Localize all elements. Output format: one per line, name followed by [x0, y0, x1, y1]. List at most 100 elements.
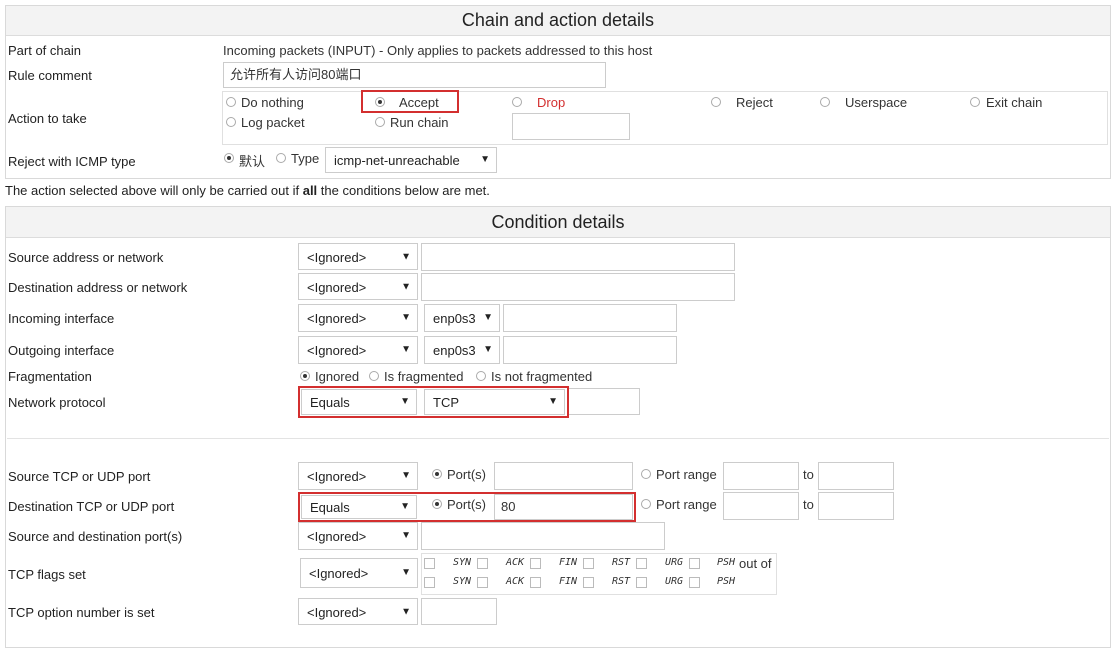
chevron-down-icon: ▼	[401, 344, 411, 355]
chevron-down-icon: ▼	[401, 530, 411, 541]
conditions-note: The action selected above will only be c…	[5, 183, 490, 198]
rule-comment-label: Rule comment	[8, 68, 92, 83]
reject-icmp-select[interactable]: icmp-net-unreachable ▼	[325, 147, 497, 173]
protocol-highlight-box	[298, 386, 569, 418]
source-address-mode-value: <Ignored>	[307, 250, 367, 265]
frag-ignored-label: Ignored	[315, 369, 360, 384]
flag-of-rst-label: RST	[612, 576, 631, 587]
flag-set-ack-label: ACK	[506, 557, 525, 568]
src-port-range-from-input[interactable]	[723, 462, 799, 490]
src-port-range-to-input[interactable]	[818, 462, 894, 490]
source-address-input[interactable]	[421, 243, 735, 271]
src-dst-port-mode-value: <Ignored>	[307, 529, 367, 544]
flag-of-urg-check[interactable]	[636, 577, 647, 588]
flag-of-ack-label: ACK	[506, 576, 525, 587]
frag-ignored-radio[interactable]	[300, 371, 310, 381]
reject-type-radio[interactable]	[276, 153, 286, 163]
flag-of-urg-label: URG	[665, 576, 684, 587]
src-ports-input[interactable]	[494, 462, 633, 490]
frag-not-label: Is not fragmented	[491, 369, 593, 384]
dest-address-input[interactable]	[421, 273, 735, 301]
action-drop-radio[interactable]	[512, 97, 522, 107]
flag-set-syn-check[interactable]	[424, 558, 435, 569]
chevron-down-icon: ▼	[401, 470, 411, 481]
fragmentation-label: Fragmentation	[8, 369, 92, 384]
tcp-flags-out-of-label: out of	[739, 556, 772, 571]
flag-set-psh-label: PSH	[717, 557, 736, 568]
dst-port-range-to-input[interactable]	[818, 492, 894, 520]
flag-set-psh-check[interactable]	[689, 558, 700, 569]
src-dst-port-mode-select[interactable]: <Ignored> ▼	[298, 522, 418, 550]
action-do-nothing-radio[interactable]	[226, 97, 236, 107]
flag-of-syn-check[interactable]	[424, 577, 435, 588]
reject-default-radio[interactable]	[224, 153, 234, 163]
flag-of-rst-check[interactable]	[583, 577, 594, 588]
action-log-packet-label: Log packet	[241, 115, 305, 130]
flag-of-psh-check[interactable]	[689, 577, 700, 588]
chevron-down-icon: ▼	[401, 312, 411, 323]
dst-port-highlight-box	[298, 492, 636, 522]
outgoing-iface-mode-value: <Ignored>	[307, 343, 367, 358]
tcp-option-label: TCP option number is set	[8, 605, 155, 620]
outgoing-iface-select-value: enp0s3	[433, 343, 476, 358]
protocol-number-input[interactable]	[568, 388, 640, 415]
flag-set-rst-check[interactable]	[583, 558, 594, 569]
incoming-iface-select[interactable]: enp0s3 ▼	[424, 304, 500, 332]
flag-set-urg-check[interactable]	[636, 558, 647, 569]
action-userspace-label: Userspace	[845, 95, 908, 110]
flag-set-fin-check[interactable]	[530, 558, 541, 569]
dst-port-range-radio[interactable]	[641, 499, 651, 509]
action-userspace-radio[interactable]	[820, 97, 830, 107]
dest-address-mode-value: <Ignored>	[307, 280, 367, 295]
section-divider	[7, 438, 1109, 439]
action-exit-chain-label: Exit chain	[986, 95, 1043, 110]
src-ports-radio[interactable]	[432, 469, 442, 479]
src-dst-port-input[interactable]	[421, 522, 665, 550]
dst-port-label: Destination TCP or UDP port	[8, 499, 175, 514]
tcp-option-input[interactable]	[421, 598, 497, 625]
flag-set-syn-label: SYN	[453, 557, 472, 568]
chevron-down-icon: ▼	[401, 567, 411, 578]
frag-is-radio[interactable]	[369, 371, 379, 381]
action-run-chain-radio[interactable]	[375, 117, 385, 127]
outgoing-iface-label: Outgoing interface	[8, 343, 115, 358]
incoming-iface-select-value: enp0s3	[433, 311, 476, 326]
reject-type-label: Type	[291, 151, 320, 166]
action-drop-label: Drop	[537, 95, 566, 110]
src-port-range-radio[interactable]	[641, 469, 651, 479]
flag-of-ack-check[interactable]	[477, 577, 488, 588]
source-address-mode-select[interactable]: <Ignored> ▼	[298, 243, 418, 270]
outgoing-iface-select[interactable]: enp0s3 ▼	[424, 336, 500, 364]
incoming-iface-label: Incoming interface	[8, 311, 115, 326]
flag-of-fin-label: FIN	[559, 576, 578, 587]
outgoing-iface-mode-select[interactable]: <Ignored> ▼	[298, 336, 418, 364]
outgoing-iface-input[interactable]	[503, 336, 677, 364]
src-port-range-label: Port range	[656, 467, 717, 482]
conditions-note-bold: all	[302, 183, 318, 198]
tcp-flags-label: TCP flags set	[8, 567, 86, 582]
dest-address-mode-select[interactable]: <Ignored> ▼	[298, 273, 418, 300]
dst-port-range-label: Port range	[656, 497, 717, 512]
chevron-down-icon: ▼	[401, 606, 411, 617]
run-chain-input[interactable]	[512, 113, 630, 140]
condition-panel-title: Condition details	[6, 207, 1110, 238]
flag-set-ack-check[interactable]	[477, 558, 488, 569]
action-exit-chain-radio[interactable]	[970, 97, 980, 107]
action-reject-label: Reject	[736, 95, 773, 110]
src-port-mode-select[interactable]: <Ignored> ▼	[298, 462, 418, 490]
rule-comment-input[interactable]: 允许所有人访问80端口	[223, 62, 606, 88]
incoming-iface-input[interactable]	[503, 304, 677, 332]
tcp-flags-mode-select[interactable]: <Ignored> ▼	[300, 558, 418, 588]
action-reject-radio[interactable]	[711, 97, 721, 107]
action-log-packet-radio[interactable]	[226, 117, 236, 127]
tcp-option-mode-select[interactable]: <Ignored> ▼	[298, 598, 418, 625]
src-port-mode-value: <Ignored>	[307, 469, 367, 484]
tcp-option-mode-value: <Ignored>	[307, 605, 367, 620]
flag-set-rst-label: RST	[612, 557, 631, 568]
flag-of-fin-check[interactable]	[530, 577, 541, 588]
dst-port-range-from-input[interactable]	[723, 492, 799, 520]
dest-address-label: Destination address or network	[8, 280, 188, 295]
frag-not-radio[interactable]	[476, 371, 486, 381]
reject-icmp-label: Reject with ICMP type	[8, 154, 136, 169]
incoming-iface-mode-select[interactable]: <Ignored> ▼	[298, 304, 418, 332]
